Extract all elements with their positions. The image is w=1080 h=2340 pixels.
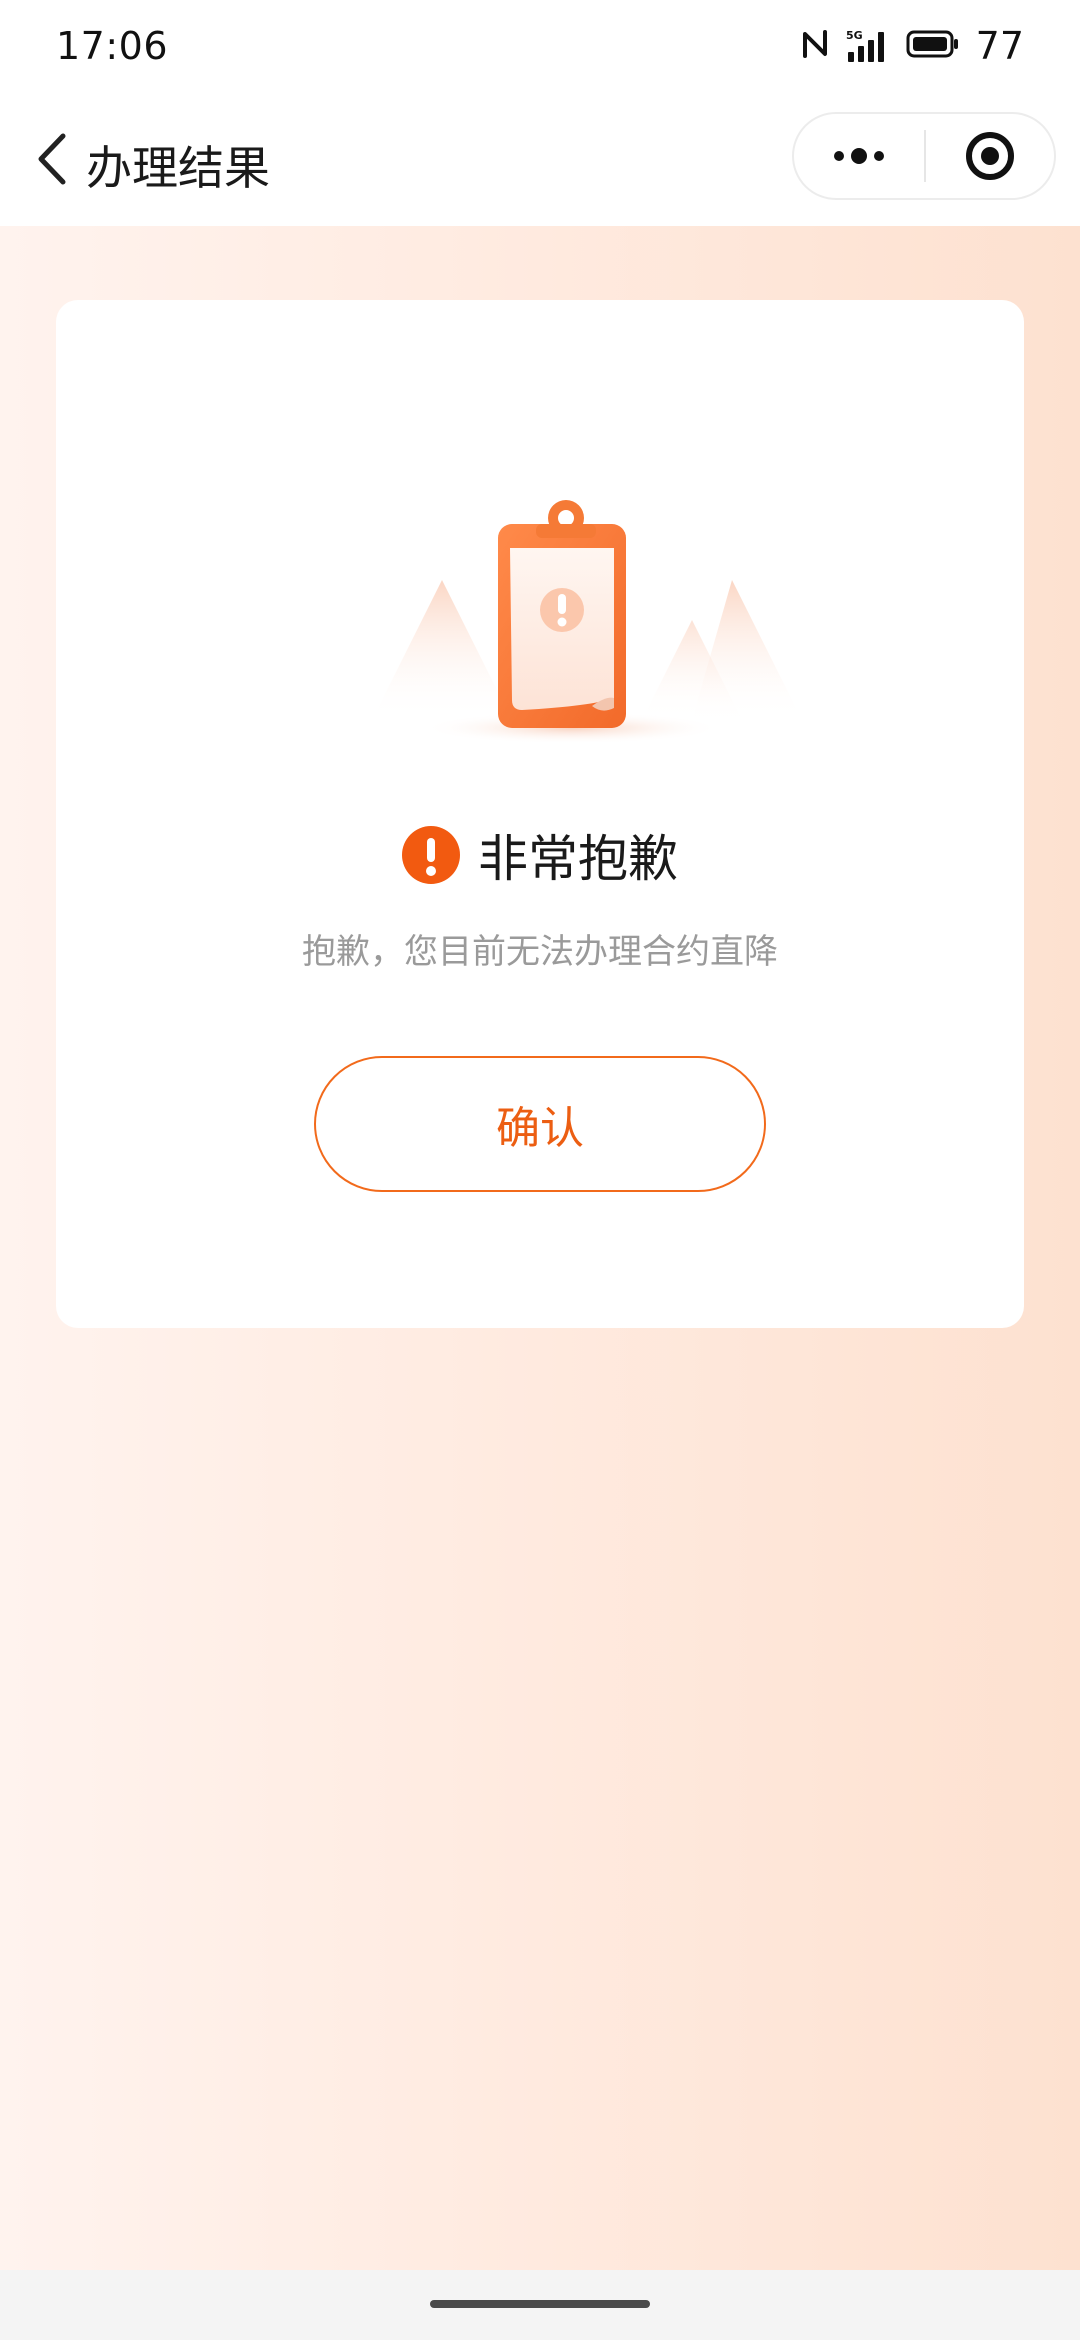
back-button[interactable] <box>28 128 76 190</box>
chevron-left-icon <box>38 133 66 185</box>
status-time: 17:06 <box>56 24 169 68</box>
clipboard-warning-illustration <box>372 500 802 744</box>
battery-icon <box>906 29 960 63</box>
result-message: 抱歉，您目前无法办理合约直降 <box>302 932 778 972</box>
warning-icon <box>402 826 460 884</box>
screen: 17:06 5G 77 办理结果 非常抱歉 抱歉，您目前无法办理合约直降 确认 <box>0 0 1080 2340</box>
result-headline: 非常抱歉 <box>56 820 1024 890</box>
close-button[interactable] <box>926 114 1054 198</box>
status-icons: 5G 77 <box>800 24 1024 68</box>
result-card: 非常抱歉 抱歉，您目前无法办理合约直降 确认 <box>56 300 1024 1328</box>
more-dots-icon <box>834 148 884 164</box>
mini-program-capsule <box>792 112 1056 200</box>
network-badge: 5G <box>846 29 863 42</box>
confirm-button[interactable]: 确认 <box>314 1056 766 1192</box>
battery-level: 77 <box>975 24 1024 68</box>
target-circle-icon <box>966 132 1014 180</box>
status-bar: 17:06 5G 77 <box>0 0 1080 92</box>
headline-text: 非常抱歉 <box>478 830 678 888</box>
signal-5g-icon: 5G <box>846 28 890 64</box>
nfc-icon <box>800 28 830 64</box>
more-button[interactable] <box>794 114 924 198</box>
home-indicator-area <box>0 2270 1080 2340</box>
page-title: 办理结果 <box>86 141 270 195</box>
home-indicator[interactable] <box>430 2300 650 2308</box>
nav-bar: 办理结果 <box>0 92 1080 226</box>
